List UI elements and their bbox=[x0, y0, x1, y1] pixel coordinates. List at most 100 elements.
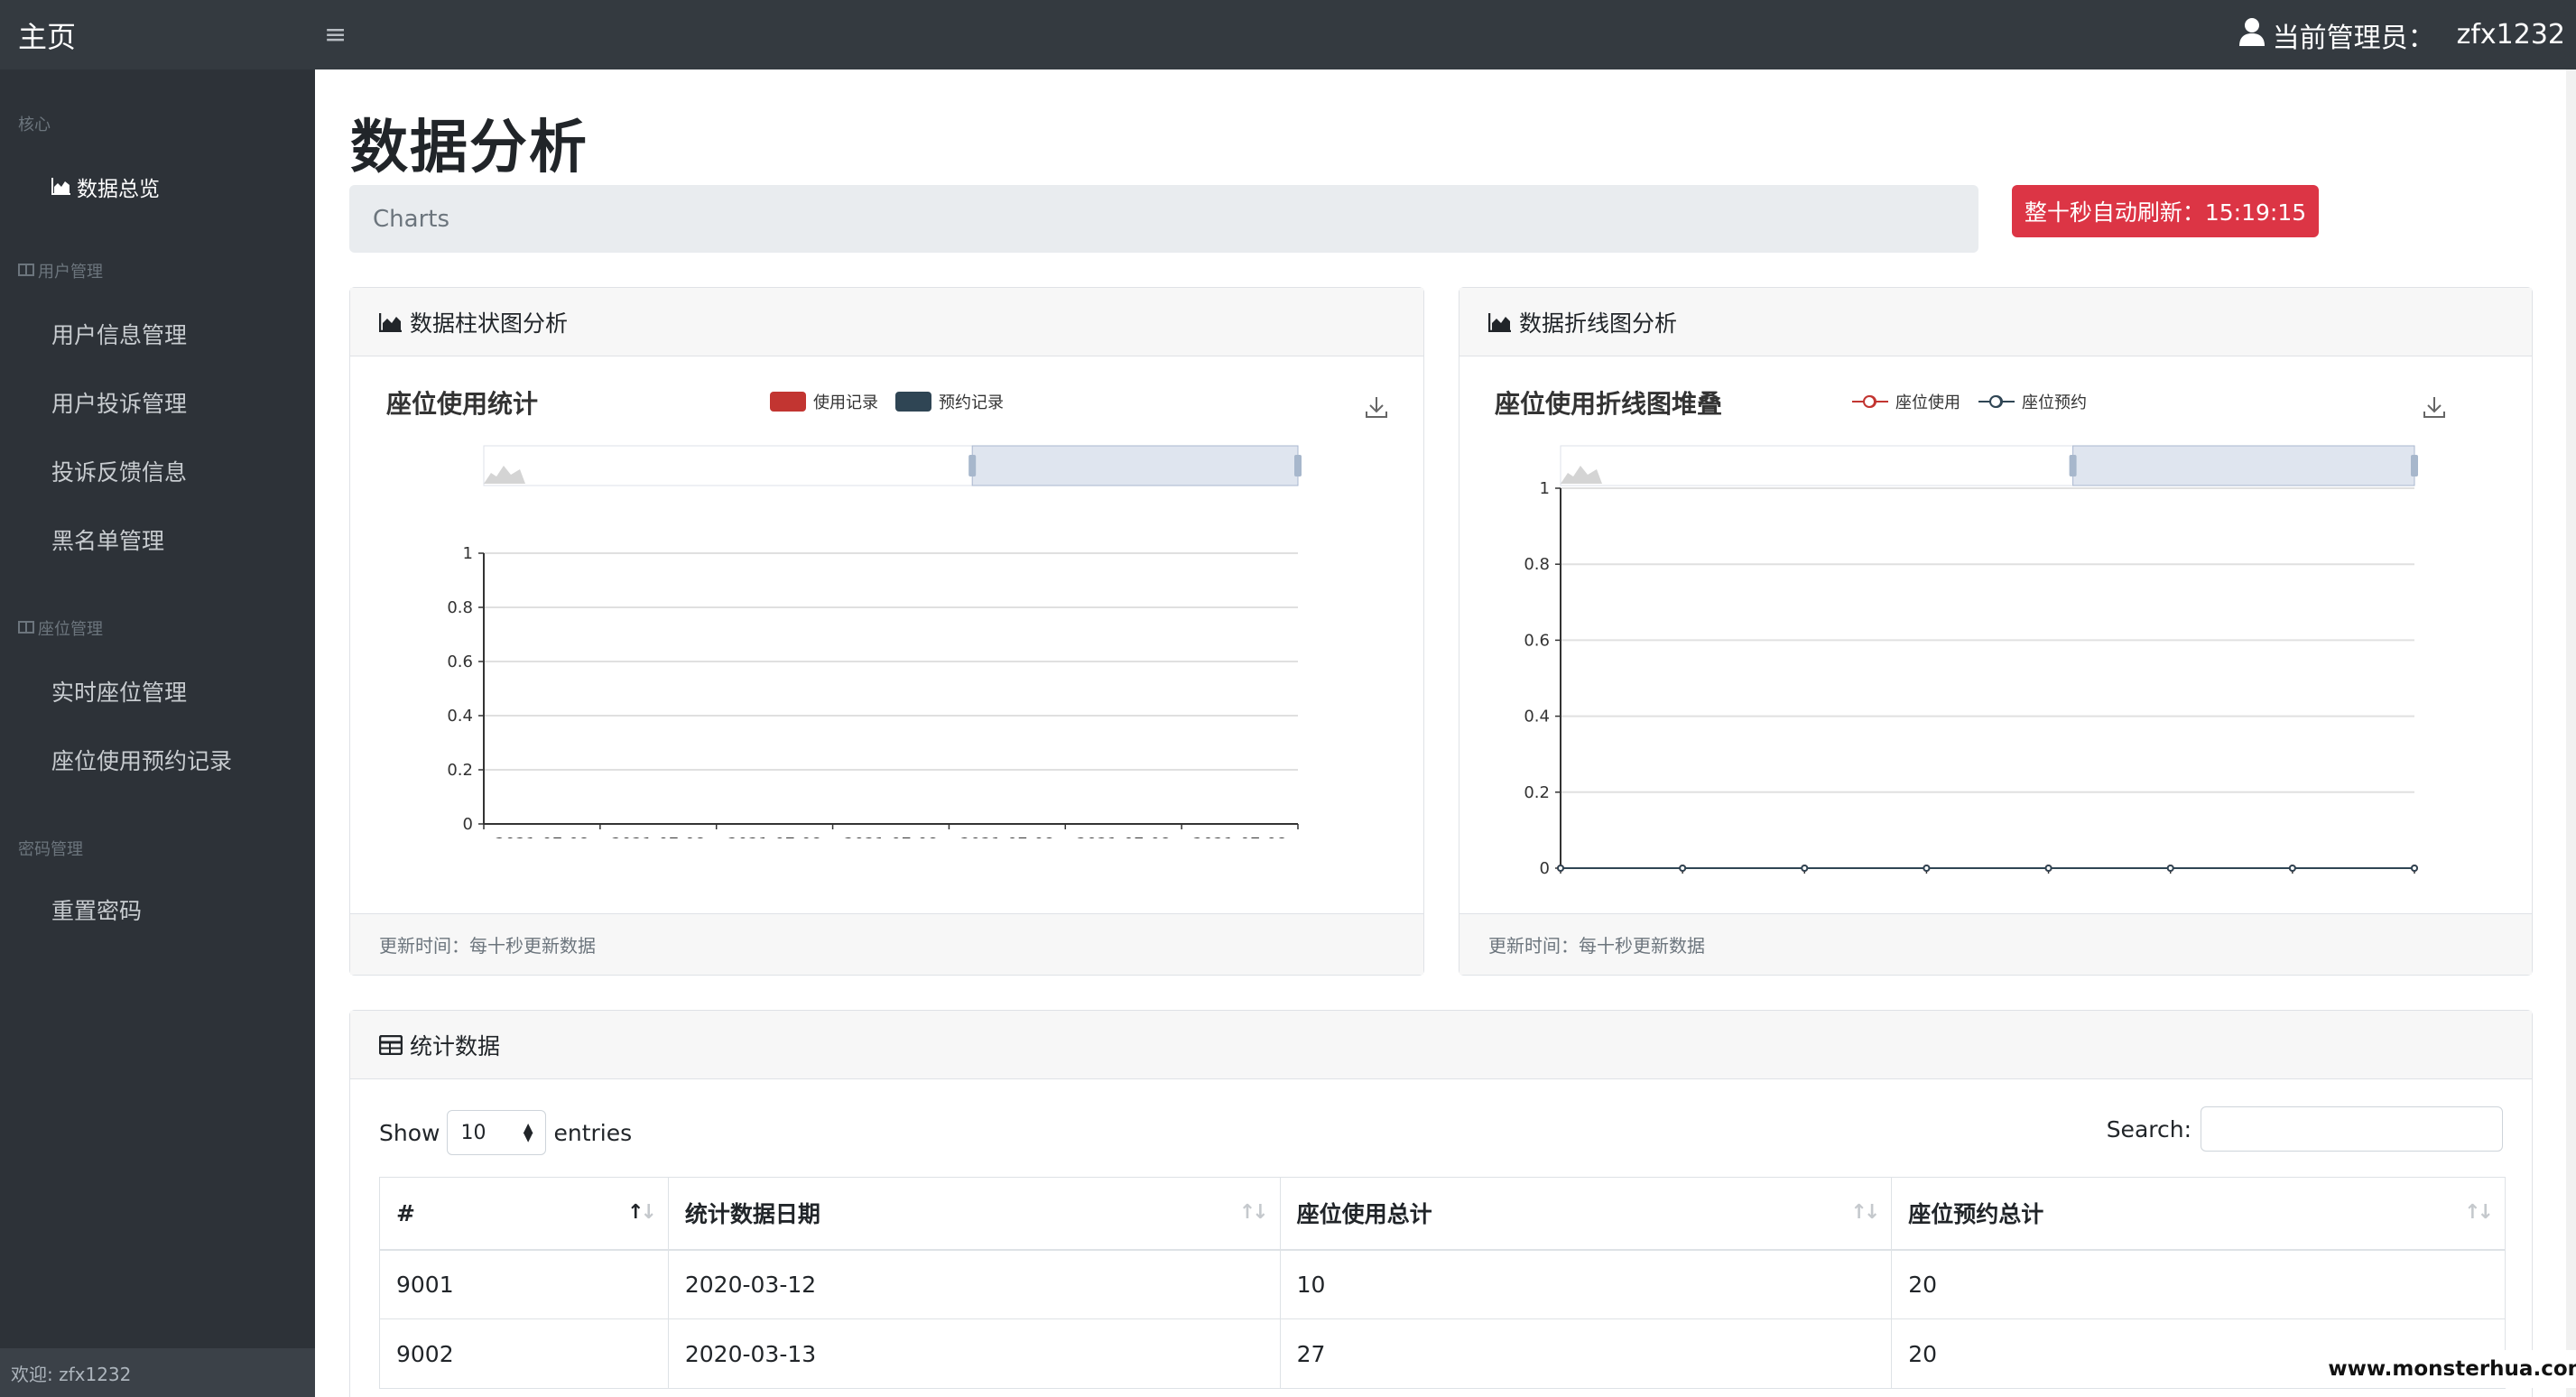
x-tick-label: 2021-07-08 bbox=[611, 835, 706, 838]
data-point bbox=[1679, 865, 1687, 872]
sidebar-item-complaint-feedback[interactable]: 投诉反馈信息 bbox=[0, 455, 187, 487]
card-title: 数据折线图分析 bbox=[1519, 310, 1678, 337]
datazoom-handle bbox=[1294, 455, 1302, 476]
data-point bbox=[2288, 865, 2296, 872]
table-cell: 20 bbox=[1891, 1249, 2506, 1319]
area-chart-icon bbox=[1488, 312, 1512, 332]
statistics-table: # ↑↓ 统计数据日期 ↑↓ 座位使用总计 ↑↓ 座位预约总计 ↑↓ 9001 2020… bbox=[379, 1177, 2506, 1389]
download-icon[interactable] bbox=[2423, 395, 2446, 419]
datazoom-handle bbox=[2411, 455, 2418, 476]
legend-swatch bbox=[895, 392, 931, 412]
select-arrows-icon: ▲ ▼ bbox=[523, 1121, 533, 1144]
column-header-usage-total[interactable]: 座位使用总计 ↑↓ bbox=[1279, 1177, 1893, 1251]
sidebar: 核心 数据总览 用户管理 用户信息管理 用户投诉管理 投诉反馈信息 黑名单管理 … bbox=[0, 69, 315, 1397]
sidebar-item-blacklist[interactable]: 黑名单管理 bbox=[0, 523, 164, 556]
legend-label: 预约记录 bbox=[939, 393, 1004, 412]
legend-label: 座位使用 bbox=[1895, 393, 1960, 412]
entries-length-control: Show 10 ▲ ▼ entries bbox=[379, 1110, 632, 1155]
sidebar-heading-label: 用户管理 bbox=[38, 263, 103, 282]
legend-item[interactable]: 使用记录 bbox=[770, 390, 878, 413]
auto-refresh-badge: 整十秒自动刷新：15:19:15 bbox=[2012, 185, 2319, 237]
entries-value: 10 bbox=[460, 1121, 486, 1144]
sidebar-item-label: 实时座位管理 bbox=[51, 680, 188, 706]
card-header: 统计数据 bbox=[350, 1011, 2532, 1079]
x-tick-label: 2021-07-08 bbox=[1076, 835, 1171, 838]
legend-label: 使用记录 bbox=[813, 393, 878, 412]
line-chart-card: 数据折线图分析 座位使用折线图堆叠 .l1::before{background… bbox=[1459, 287, 2533, 976]
table-row: 9001 2020-03-12 10 20 bbox=[379, 1249, 2506, 1319]
y-tick-label: 0 bbox=[1540, 859, 1550, 874]
data-point bbox=[2411, 865, 2418, 872]
column-label: 座位预约总计 bbox=[1908, 1201, 2044, 1228]
sidebar-heading-seats: 座位管理 bbox=[0, 616, 103, 640]
legend-item[interactable]: 预约记录 bbox=[895, 390, 1004, 413]
breadcrumb-item: Charts bbox=[373, 205, 449, 233]
y-tick-label: 0.2 bbox=[1524, 783, 1550, 802]
sidebar-heading-users: 用户管理 bbox=[0, 259, 103, 282]
statistics-table-card: 统计数据 Show 10 ▲ ▼ entries Search: # ↑↓ 统计数据… bbox=[349, 1010, 2533, 1397]
card-title: 统计数据 bbox=[410, 1032, 501, 1059]
sort-icon: ↑↓ bbox=[1850, 1201, 1880, 1224]
area-chart-icon bbox=[379, 312, 403, 332]
x-tick-label: 2021-07-08 bbox=[960, 835, 1055, 838]
table-cell: 9002 bbox=[379, 1318, 669, 1389]
y-tick-label: 0.4 bbox=[447, 707, 473, 726]
datazoom-handle bbox=[2069, 455, 2077, 476]
download-icon[interactable] bbox=[1365, 395, 1388, 419]
card-title: 数据柱状图分析 bbox=[410, 310, 569, 337]
card-footer: 更新时间：每十秒更新数据 bbox=[1459, 913, 2532, 975]
legend-swatch bbox=[1978, 392, 2015, 412]
columns-icon bbox=[18, 262, 34, 281]
admin-info[interactable]: 当前管理员： zfx1232 bbox=[2238, 15, 2565, 55]
table-header-row: # ↑↓ 统计数据日期 ↑↓ 座位使用总计 ↑↓ 座位预约总计 ↑↓ bbox=[379, 1177, 2506, 1251]
sidebar-item-user-complaints[interactable]: 用户投诉管理 bbox=[0, 386, 187, 419]
entries-label: entries bbox=[553, 1119, 633, 1146]
sidebar-item-reset-password[interactable]: 重置密码 bbox=[0, 893, 142, 926]
sidebar-item-realtime-seats[interactable]: 实时座位管理 bbox=[0, 675, 187, 708]
card-header: 数据柱状图分析 bbox=[350, 288, 1423, 356]
y-tick-label: 0.8 bbox=[1524, 555, 1550, 574]
y-tick-label: 0.2 bbox=[447, 761, 473, 780]
sidebar-item-data-overview[interactable]: 数据总览 bbox=[0, 171, 160, 202]
legend-swatch: .l1::before{background:#c23531} bbox=[1852, 392, 1888, 412]
column-label: 统计数据日期 bbox=[684, 1201, 820, 1228]
search-input[interactable] bbox=[2201, 1106, 2503, 1152]
card-footer: 更新时间：每十秒更新数据 bbox=[350, 913, 1423, 975]
sidebar-item-label: 重置密码 bbox=[51, 898, 143, 924]
table-search: Search: bbox=[2107, 1106, 2503, 1152]
sort-asc-icon: ↑↓ bbox=[627, 1201, 657, 1224]
sidebar-item-label: 投诉反馈信息 bbox=[51, 459, 188, 486]
x-tick-label: 2021-07-08 bbox=[495, 835, 589, 838]
hamburger-icon[interactable]: ≡ bbox=[324, 19, 347, 51]
sidebar-item-label: 黑名单管理 bbox=[51, 528, 165, 554]
sidebar-item-label: 数据总览 bbox=[77, 178, 160, 201]
column-header-date[interactable]: 统计数据日期 ↑↓ bbox=[667, 1177, 1281, 1251]
search-label: Search: bbox=[2106, 1115, 2191, 1143]
watermark-text: www.monsterhua.com bbox=[2328, 1350, 2576, 1388]
page-scrollbar[interactable] bbox=[2566, 69, 2576, 1397]
line-chart: 00.20.40.60.812021-07-082021-07-082021-0… bbox=[1524, 445, 2418, 874]
y-tick-label: 1 bbox=[1540, 479, 1550, 498]
y-tick-label: 0.8 bbox=[447, 598, 473, 617]
column-header-id[interactable]: # ↑↓ bbox=[379, 1177, 669, 1251]
x-tick-label: 2021-07-08 bbox=[727, 835, 822, 838]
chart-title: 座位使用折线图堆叠 bbox=[1495, 389, 1723, 419]
table-icon bbox=[379, 1034, 403, 1055]
entries-select[interactable]: 10 ▲ ▼ bbox=[447, 1110, 547, 1155]
columns-icon bbox=[18, 619, 34, 638]
chart-title: 座位使用统计 bbox=[386, 389, 539, 419]
area-chart-icon bbox=[51, 174, 71, 200]
brand-link[interactable]: 主页 bbox=[0, 14, 315, 56]
admin-label: 当前管理员： bbox=[2272, 22, 2435, 54]
admin-name: zfx1232 bbox=[2456, 19, 2565, 51]
sidebar-item-user-info[interactable]: 用户信息管理 bbox=[0, 318, 187, 350]
table-cell: 10 bbox=[1279, 1249, 1893, 1319]
legend-item[interactable]: .l1::before{background:#c23531} 座位使用 bbox=[1852, 390, 1960, 413]
legend-item[interactable]: 座位预约 bbox=[1978, 390, 2087, 413]
sidebar-item-seat-records[interactable]: 座位使用预约记录 bbox=[0, 744, 232, 776]
table-row: 9002 2020-03-13 27 20 bbox=[379, 1318, 2506, 1389]
breadcrumb: Charts bbox=[349, 185, 1978, 253]
sidebar-heading-password: 密码管理 bbox=[18, 840, 83, 859]
column-header-reservation-total[interactable]: 座位预约总计 ↑↓ bbox=[1891, 1177, 2506, 1251]
legend-label: 座位预约 bbox=[2022, 393, 2087, 412]
